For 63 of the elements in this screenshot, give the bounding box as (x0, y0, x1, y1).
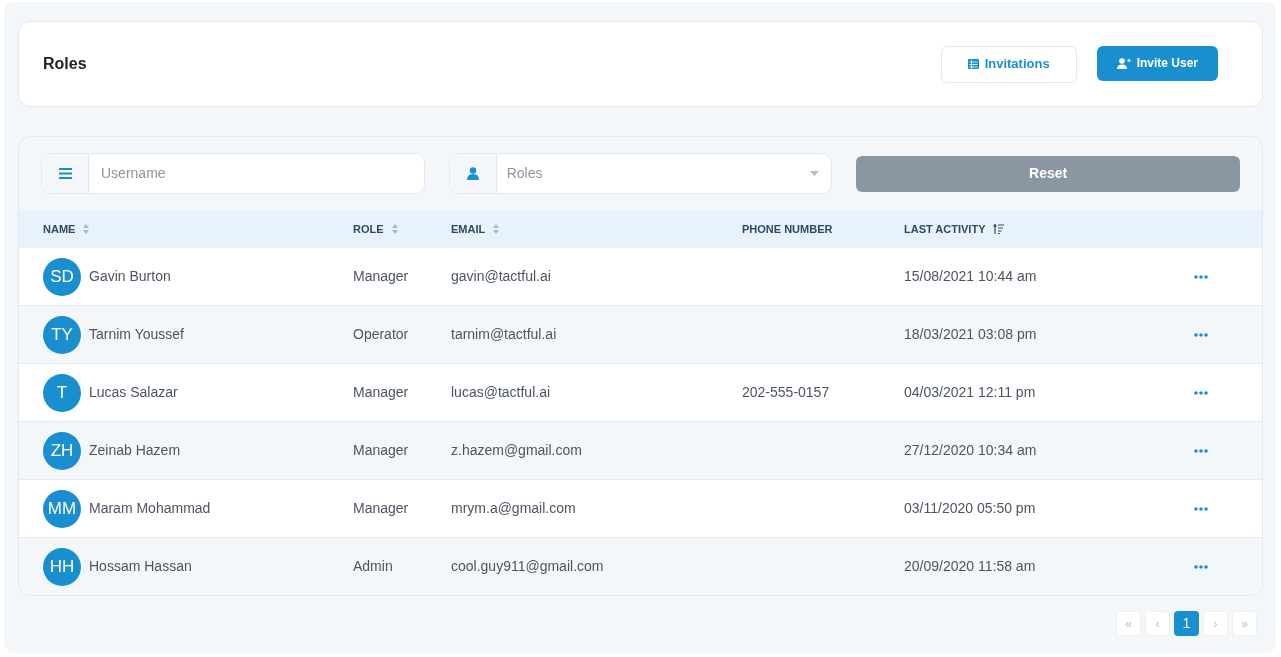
column-header[interactable]: PHONE NUMBER (742, 220, 833, 238)
avatar: ZH (43, 431, 81, 470)
sort-icon[interactable] (391, 224, 398, 234)
user-email: gavin@tactful.ai (451, 268, 551, 284)
more-options-icon[interactable] (1194, 390, 1208, 395)
user-role: Manager (353, 384, 409, 400)
user-role: Manager (353, 442, 409, 458)
avatar: SD (43, 257, 81, 296)
user-email: cool.guy911@gmail.com (451, 558, 604, 574)
phone-number: 202-555-0157 (742, 384, 830, 400)
username-field[interactable]: Username (41, 153, 425, 194)
add-user-icon (1116, 57, 1131, 69)
user-name: Zeinab Hazem (89, 441, 181, 460)
invite-user-button[interactable]: Invite User (1096, 45, 1218, 81)
roles-dropdown[interactable]: Roles (448, 153, 833, 194)
sort-descending-icon[interactable] (993, 224, 1005, 234)
user-name: Lucas Salazar (89, 383, 178, 402)
list-icon (967, 59, 979, 69)
caret-icon (810, 171, 820, 176)
last-activity: 15/08/2021 10:44 am (904, 268, 1037, 284)
user-email: mrym.a@gmail.com (451, 500, 576, 516)
last-activity: 27/12/2020 10:34 am (904, 442, 1037, 458)
more-options-icon[interactable] (1194, 506, 1208, 511)
column-header[interactable]: LAST ACTIVITY (904, 220, 986, 238)
user-role: Operator (353, 326, 409, 342)
page-button[interactable]: 1 (1174, 611, 1199, 636)
more-options-icon[interactable] (1194, 564, 1208, 569)
user-name: Maram Mohammad (89, 499, 211, 518)
last-activity: 04/03/2021 12:11 pm (904, 384, 1036, 400)
column-header[interactable]: ROLE (353, 220, 384, 238)
last-activity: 03/11/2020 05:50 pm (904, 500, 1036, 516)
avatar: T (43, 373, 81, 412)
sort-icon[interactable] (493, 224, 500, 234)
last-activity: 18/03/2021 03:08 pm (904, 326, 1037, 342)
sort-icon[interactable] (83, 224, 90, 234)
user-name: Tarnim Youssef (89, 325, 184, 344)
reset-button[interactable]: Reset (856, 155, 1240, 192)
page-button[interactable]: » (1232, 611, 1257, 636)
user-email: z.hazem@gmail.com (451, 442, 582, 458)
avatar: MM (43, 489, 81, 528)
more-options-icon[interactable] (1194, 448, 1208, 453)
invitations-button[interactable]: Invitations (940, 45, 1077, 83)
column-header[interactable]: EMAIL (451, 220, 486, 238)
menu-icon (58, 168, 72, 179)
avatar: HH (43, 547, 81, 586)
last-activity: 20/09/2020 11:58 am (904, 558, 1036, 574)
user-role: Admin (353, 558, 393, 574)
page-button[interactable]: ‹ (1145, 611, 1170, 636)
user-email: lucas@tactful.ai (451, 384, 551, 400)
avatar: TY (43, 315, 81, 354)
more-options-icon[interactable] (1194, 274, 1208, 279)
page-title: Roles (43, 54, 88, 74)
user-name: Hossam Hassan (89, 557, 192, 576)
user-email: tarnim@tactful.ai (451, 326, 557, 342)
page-button[interactable]: « (1116, 611, 1141, 636)
user-role: Manager (353, 268, 409, 284)
user-role: Manager (353, 500, 409, 516)
more-options-icon[interactable] (1194, 332, 1208, 337)
username-field[interactable]: Username (89, 154, 424, 193)
user-name: Gavin Burton (89, 267, 171, 286)
page-button[interactable]: › (1203, 611, 1228, 636)
column-header[interactable]: NAME (43, 220, 76, 238)
user-icon (466, 167, 479, 180)
